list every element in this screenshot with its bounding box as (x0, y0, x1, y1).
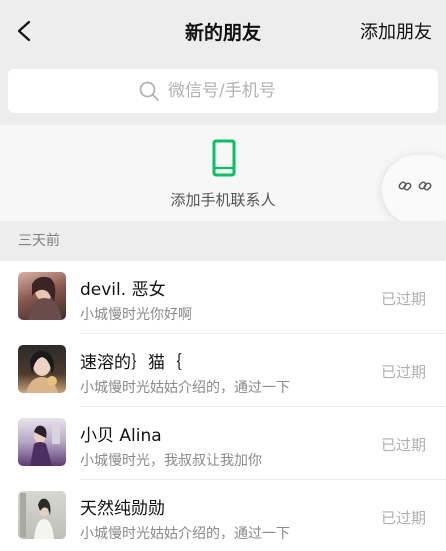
link-icon (398, 181, 412, 191)
friend-request-row[interactable]: 速溶的｝猫｛ 小城慢时光姑姑介绍的，通过一下 已过期 (0, 334, 446, 407)
status-label: 已过期 (380, 290, 426, 308)
search-icon (139, 81, 159, 101)
avatar (18, 418, 66, 466)
friend-message: 小城慢时光姑姑介绍的，通过一下 (80, 380, 290, 396)
friend-request-row[interactable]: devil. 恶女 小城慢时光你好啊 已过期 (0, 261, 446, 334)
search-input[interactable] (168, 81, 308, 101)
friend-message: 小城慢时光，我叔叔让我加你 (80, 453, 262, 469)
status-label: 已过期 (380, 363, 426, 381)
friend-name: 速溶的｝猫｛ (80, 353, 182, 373)
friend-request-row[interactable]: 天然纯勋勋 小城慢时光姑姑介绍的，通过一下 已过期 (0, 480, 446, 551)
section-header: 三天前 (0, 221, 446, 261)
phone-icon (212, 139, 236, 177)
friend-request-list: devil. 恶女 小城慢时光你好啊 已过期 速溶的｝猫｛ 小城慢时光姑姑介绍的… (0, 261, 446, 551)
link-icon (418, 181, 432, 191)
friend-name: devil. 恶女 (80, 280, 166, 300)
floating-window-button[interactable] (382, 155, 446, 225)
avatar (18, 345, 66, 393)
add-phone-contacts-button[interactable]: 添加手机联系人 (0, 125, 446, 221)
friend-request-row[interactable]: 小贝 Alina 小城慢时光，我叔叔让我加你 已过期 (0, 407, 446, 480)
status-label: 已过期 (380, 509, 426, 527)
nav-bar: 新的朋友 添加朋友 (0, 0, 446, 62)
friend-message: 小城慢时光你好啊 (80, 307, 192, 323)
avatar (18, 272, 66, 320)
add-friend-button[interactable]: 添加朋友 (360, 18, 432, 44)
friend-message: 小城慢时光姑姑介绍的，通过一下 (80, 526, 290, 542)
status-label: 已过期 (380, 436, 426, 454)
add-phone-contacts-label: 添加手机联系人 (170, 191, 276, 209)
avatar (18, 491, 66, 539)
friend-name: 天然纯勋勋 (80, 499, 165, 519)
friend-name: 小贝 Alina (80, 426, 162, 446)
search-bar[interactable] (8, 69, 438, 113)
